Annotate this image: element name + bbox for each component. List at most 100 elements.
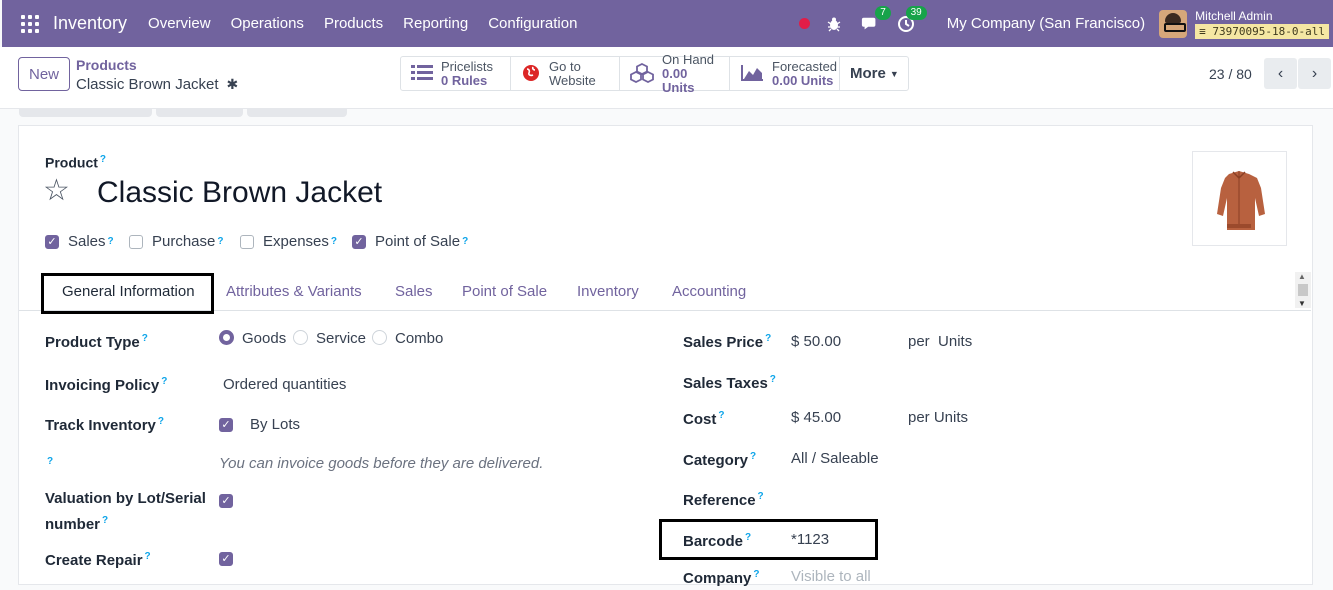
valuation-label-line1: Valuation by Lot/Serial [45,490,206,507]
help-icon[interactable]: ? [718,410,724,421]
checkbox-expenses[interactable]: Expenses? [240,233,337,250]
help-icon[interactable]: ? [765,333,771,344]
cost-input[interactable]: $ 45.00 [791,409,841,426]
help-icon[interactable]: ? [145,551,151,562]
help-icon[interactable]: ? [102,515,108,526]
checkbox-checked-icon: ✓ [352,234,366,249]
help-icon[interactable]: ? [47,456,53,467]
valuation-label-line2: number [45,516,101,533]
pricelists-label: Pricelists [441,58,494,74]
menu-configuration[interactable]: Configuration [488,15,577,32]
checkbox-purchase[interactable]: Purchase? [129,233,223,250]
company-switcher[interactable]: My Company (San Francisco) [947,15,1145,32]
chevron-right-icon: › [1311,64,1318,82]
statusbar-remnant [156,109,243,117]
chat-count-badge: 7 [875,5,891,20]
help-icon[interactable]: ? [753,569,759,580]
gear-icon[interactable]: ✱ [227,76,239,93]
valuation-checkbox[interactable]: ✓ [219,491,242,508]
list-icon [411,64,433,83]
pager-next-button[interactable]: › [1298,58,1331,89]
user-menu[interactable]: Mitchell Admin ≡ 73970095-18-0-all [1195,9,1329,39]
radio-combo-label: Combo [395,330,444,347]
tab-accounting[interactable]: Accounting [672,283,746,300]
more-dropdown[interactable]: More ▼ [840,57,908,90]
checkbox-checked-icon: ✓ [219,417,233,432]
create-repair-checkbox[interactable]: ✓ [219,549,242,566]
menu-reporting[interactable]: Reporting [403,15,468,32]
help-icon[interactable]: ? [462,236,468,247]
reference-label: Reference? [683,486,764,512]
favorite-star-icon[interactable]: ☆ [43,176,70,206]
invoicing-policy-label: Invoicing Policy? [45,371,167,397]
recording-dot-icon[interactable] [798,18,810,29]
product-image[interactable] [1192,151,1287,246]
app-name[interactable]: Inventory [53,13,127,34]
product-type-label-text: Product Type [45,334,140,351]
checkbox-purchase-label: Purchase [152,233,216,250]
radio-unselected-icon [372,330,387,345]
track-inventory-checkbox[interactable]: ✓ By Lots [219,416,300,433]
menu-operations[interactable]: Operations [231,15,304,32]
company-label-text: Company [683,570,752,587]
sales-price-unit: per Units [908,333,973,350]
help-icon[interactable]: ? [770,374,776,385]
track-inventory-value: By Lots [250,416,301,433]
sales-price-label: Sales Price? [683,328,771,354]
help-icon[interactable]: ? [750,451,756,462]
user-avatar[interactable] [1159,9,1188,38]
track-inventory-label-text: Track Inventory [45,417,156,434]
sales-taxes-label-text: Sales Taxes [683,375,768,392]
category-select[interactable]: All / Saleable [791,450,879,467]
product-name-field[interactable]: Classic Brown Jacket [97,176,382,210]
invoicing-policy-label-text: Invoicing Policy [45,377,160,394]
help-icon[interactable]: ? [161,376,167,387]
radio-unselected-icon [293,330,308,345]
menu-overview[interactable]: Overview [148,15,211,32]
cost-unit: per Units [908,409,969,426]
pager-value[interactable]: 23 / 80 [1209,66,1252,82]
top-navbar: Inventory Overview Operations Products R… [2,0,1333,47]
help-icon[interactable]: ? [108,236,114,247]
invoice-help-text: You can invoice goods before they are de… [219,455,544,472]
help-icon[interactable]: ? [758,491,764,502]
breadcrumb-products[interactable]: Products [76,57,137,73]
pager-previous-button[interactable]: ‹ [1264,58,1297,89]
sales-price-label-text: Sales Price [683,334,764,351]
create-repair-label: Create Repair? [45,546,151,572]
tab-attributes-variants[interactable]: Attributes & Variants [226,283,362,300]
go-to-website-button[interactable]: Go to Website [511,57,620,90]
tab-scrollbar[interactable] [1295,272,1311,308]
new-button[interactable]: New [18,57,70,91]
radio-combo[interactable]: Combo [372,330,443,347]
forecasted-button[interactable]: Forecasted 0.00 Units [730,57,840,90]
help-icon[interactable]: ? [217,236,223,247]
pricelists-button[interactable]: Pricelists 0 Rules [401,57,511,90]
help-icon[interactable]: ? [331,236,337,247]
radio-goods[interactable]: Goods [219,330,286,347]
checkbox-checked-icon: ✓ [219,551,233,566]
on-hand-button[interactable]: On Hand 0.00 Units [620,52,730,94]
tab-inventory[interactable]: Inventory [577,283,639,300]
tab-point-of-sale[interactable]: Point of Sale [462,283,547,300]
help-icon[interactable]: ? [158,416,164,427]
tab-sales[interactable]: Sales [395,283,433,300]
invoicing-policy-select[interactable]: Ordered quantities [223,376,346,393]
help-icon[interactable]: ? [100,154,106,165]
radio-service[interactable]: Service [293,330,366,347]
scrollbar-thumb[interactable] [1298,284,1308,296]
help-icon[interactable]: ? [142,333,148,344]
checkbox-sales[interactable]: ✓ Sales? [45,233,114,250]
chat-icon[interactable]: 7 [861,5,891,33]
menu-products[interactable]: Products [324,15,383,32]
forecasted-label: Forecasted [772,58,838,74]
checkbox-checked-icon: ✓ [219,493,233,508]
create-repair-label-text: Create Repair [45,552,143,569]
sales-price-input[interactable]: $ 50.00 [791,333,841,350]
activity-clock-icon[interactable]: 39 [897,5,927,33]
checkbox-point-of-sale[interactable]: ✓ Point of Sale? [352,233,468,250]
apps-grid-icon[interactable] [21,14,39,33]
bug-icon[interactable] [825,15,843,33]
user-name: Mitchell Admin [1195,8,1273,23]
statusbar-remnant [247,109,347,117]
